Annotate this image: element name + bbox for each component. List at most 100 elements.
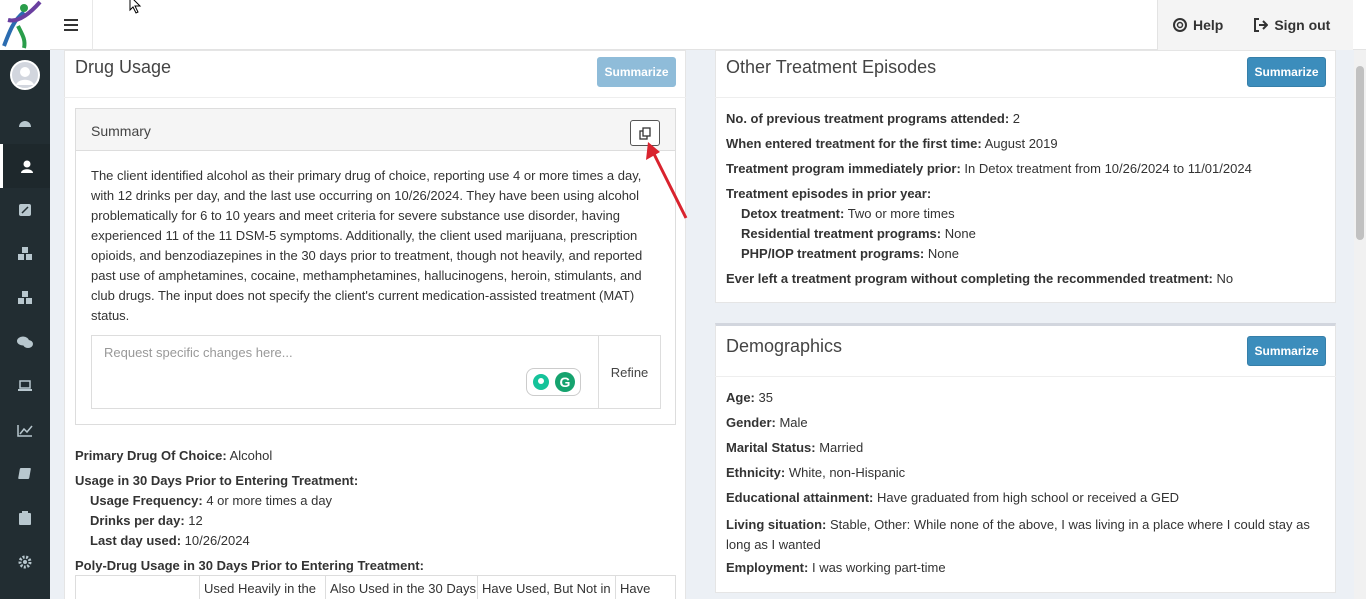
grammarly-icon: G (554, 372, 575, 392)
sidebar-item-settings[interactable] (0, 540, 50, 584)
drug-usage-title: Drug Usage (75, 57, 172, 77)
last-day-used-label: Last day used: (90, 533, 182, 548)
refine-button[interactable]: Refine (598, 336, 660, 408)
prev-programs-row: No. of previous treatment programs atten… (726, 111, 1020, 126)
last-day-used-row: Last day used: 10/26/2024 (90, 533, 250, 548)
summary-text: The client identified alcohol as their p… (91, 168, 643, 323)
poly-drug-table-header: Used Heavily in the Also Used in the 30 … (75, 575, 676, 599)
grammarly-widget[interactable]: G (526, 368, 581, 396)
app-logo[interactable] (0, 0, 50, 50)
sign-out-link[interactable]: Sign out (1238, 17, 1345, 33)
marital-row: Marital Status: Married (726, 440, 863, 455)
poly-column-header (76, 576, 200, 599)
sidebar-item-library[interactable] (0, 452, 50, 496)
usage-frequency-value: 4 or more times a day (206, 493, 333, 508)
prior-program-value: In Detox treatment from 10/26/2024 to 11… (964, 161, 1252, 176)
hamburger-icon (64, 19, 78, 31)
menu-toggle-button[interactable] (50, 0, 93, 50)
sidebar (0, 50, 50, 599)
primary-drug-row: Primary Drug Of Choice: Alcohol (75, 448, 272, 463)
sidebar-item-client[interactable] (0, 144, 50, 188)
first-time-value: August 2019 (984, 136, 1058, 151)
drinks-per-day-value: 12 (188, 513, 203, 528)
annotation-arrow-icon (646, 142, 688, 219)
residential-label: Residential treatment programs: (741, 226, 942, 241)
education-row: Educational attainment: Have graduated f… (726, 490, 1179, 505)
residential-row: Residential treatment programs: None (741, 226, 976, 241)
demographics-divider (715, 376, 1336, 377)
summary-heading: Summary (91, 123, 151, 139)
copy-icon (638, 126, 651, 140)
sidebar-item-devices[interactable] (0, 364, 50, 408)
clipboard-icon (19, 511, 31, 525)
user-icon (20, 160, 33, 173)
user-avatar-icon (10, 60, 40, 90)
sign-out-icon (1254, 18, 1269, 32)
top-right-menu: Help Sign out (1157, 0, 1353, 50)
mouse-cursor-icon (129, 0, 142, 14)
poly-column-header: Used Heavily in the (200, 576, 326, 599)
summary-box: Summary The client identified alcohol as… (75, 108, 676, 425)
episodes-heading-row: Treatment episodes in prior year: (726, 186, 931, 201)
education-label: Educational attainment: (726, 490, 874, 505)
lifebuoy-icon (1173, 18, 1187, 32)
gender-value: Male (779, 415, 808, 430)
gear-icon (18, 555, 32, 569)
scrollbar-thumb[interactable] (1356, 66, 1364, 240)
sidebar-item-forms[interactable] (0, 496, 50, 540)
usage-heading: Usage in 30 Days Prior to Entering Treat… (75, 473, 359, 488)
other-treatment-summarize-button[interactable]: Summarize (1247, 57, 1326, 87)
sign-out-label: Sign out (1274, 17, 1331, 33)
help-link[interactable]: Help (1158, 17, 1238, 33)
left-program-label: Ever left a treatment program without co… (726, 271, 1213, 286)
php-iop-label: PHP/IOP treatment programs: (741, 246, 925, 261)
demographics-summarize-button[interactable]: Summarize (1247, 336, 1326, 366)
poly-column-header: Also Used in the 30 Days (326, 576, 478, 599)
poly-drug-heading-row: Poly-Drug Usage in 30 Days Prior to Ente… (75, 558, 424, 573)
left-program-value: No (1216, 271, 1234, 286)
refine-group: G Refine (91, 335, 661, 409)
sidebar-item-messages[interactable] (0, 320, 50, 364)
cubes-icon (18, 247, 32, 260)
age-value: 35 (758, 390, 773, 405)
bulb-icon (532, 374, 549, 390)
left-program-row: Ever left a treatment program without co… (726, 271, 1233, 286)
page-scrollbar[interactable] (1354, 50, 1366, 599)
line-chart-icon (17, 424, 33, 437)
drug-usage-summarize-button[interactable]: Summarize (597, 57, 676, 87)
usage-heading-row: Usage in 30 Days Prior to Entering Treat… (75, 473, 358, 488)
poly-column-header: Have (620, 581, 651, 596)
sidebar-item-edit[interactable] (0, 188, 50, 232)
book-icon (18, 467, 31, 479)
detox-row: Detox treatment: Two or more times (741, 206, 955, 221)
primary-drug-value: Alcohol (229, 448, 273, 463)
prev-programs-label: No. of previous treatment programs atten… (726, 111, 1010, 126)
drinks-per-day-row: Drinks per day: 12 (90, 513, 203, 528)
refine-request-input[interactable] (92, 336, 598, 408)
usage-frequency-row: Usage Frequency: 4 or more times a day (90, 493, 332, 508)
help-label: Help (1193, 17, 1224, 33)
living-label: Living situation: (726, 517, 827, 532)
gender-row: Gender: Male (726, 415, 808, 430)
usage-frequency-label: Usage Frequency: (90, 493, 203, 508)
other-treatment-divider (715, 97, 1336, 98)
top-navbar: Help Sign out (0, 0, 1366, 50)
prior-program-label: Treatment program immediately prior: (726, 161, 961, 176)
sidebar-item-reports[interactable] (0, 408, 50, 452)
last-day-used-value: 10/26/2024 (184, 533, 250, 548)
dashboard-icon (19, 121, 31, 127)
sidebar-item-groups[interactable] (0, 232, 50, 276)
sidebar-item-dashboard[interactable] (0, 100, 50, 144)
age-label: Age: (726, 390, 755, 405)
user-avatar[interactable] (0, 50, 50, 100)
php-iop-value: None (927, 246, 959, 261)
php-iop-row: PHP/IOP treatment programs: None (741, 246, 959, 261)
prior-program-row: Treatment program immediately prior: In … (726, 161, 1252, 176)
first-time-row: When entered treatment for the first tim… (726, 136, 1058, 151)
summary-header: Summary (76, 109, 675, 151)
sidebar-item-modules[interactable] (0, 276, 50, 320)
detox-label: Detox treatment: (741, 206, 845, 221)
ethnicity-row: Ethnicity: White, non-Hispanic (726, 465, 905, 480)
primary-drug-label: Primary Drug Of Choice: (75, 448, 227, 463)
age-row: Age: 35 (726, 390, 773, 405)
